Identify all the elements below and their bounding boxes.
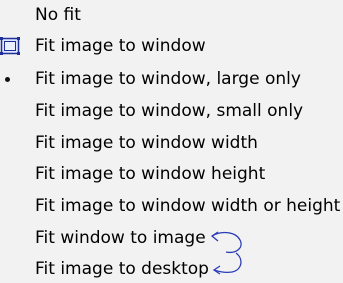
menu-item-label: Fit image to window, large only: [35, 69, 301, 89]
annotation-arrows: [210, 231, 242, 275]
menu-item-label: Fit image to window, small only: [35, 101, 304, 121]
menu-item-label: Fit image to window width: [35, 133, 258, 153]
menu-item-fit-image-to-window-width-or-height[interactable]: Fit image to window width or height: [0, 191, 343, 222]
menu-item-label: Fit image to window height: [35, 164, 266, 184]
menu-item-label: Fit window to image: [35, 228, 206, 248]
radio-bullet-icon: [5, 77, 10, 82]
fit-mode-menu: No fit Fit image to window Fit image to …: [0, 0, 343, 283]
menu-item-fit-image-to-window-width[interactable]: Fit image to window width: [0, 128, 343, 159]
menu-item-fit-window-to-image[interactable]: Fit window to image: [0, 223, 343, 254]
menu-item-label: Fit image to window: [35, 36, 206, 56]
menu-item-no-fit[interactable]: No fit: [0, 0, 343, 31]
menu-item-fit-image-to-window[interactable]: Fit image to window: [0, 31, 343, 62]
menu-item-fit-image-to-window-height[interactable]: Fit image to window height: [0, 159, 343, 190]
menu-item-label: No fit: [35, 5, 81, 25]
menu-item-fit-image-to-window-small-only[interactable]: Fit image to window, small only: [0, 96, 343, 127]
menu-item-fit-image-to-desktop[interactable]: Fit image to desktop: [0, 254, 343, 283]
menu-item-fit-image-to-window-large-only[interactable]: Fit image to window, large only: [0, 64, 343, 95]
fit-window-icon: [0, 36, 20, 61]
menu-item-label: Fit image to window width or height: [35, 196, 341, 216]
menu-item-label: Fit image to desktop: [35, 259, 209, 279]
